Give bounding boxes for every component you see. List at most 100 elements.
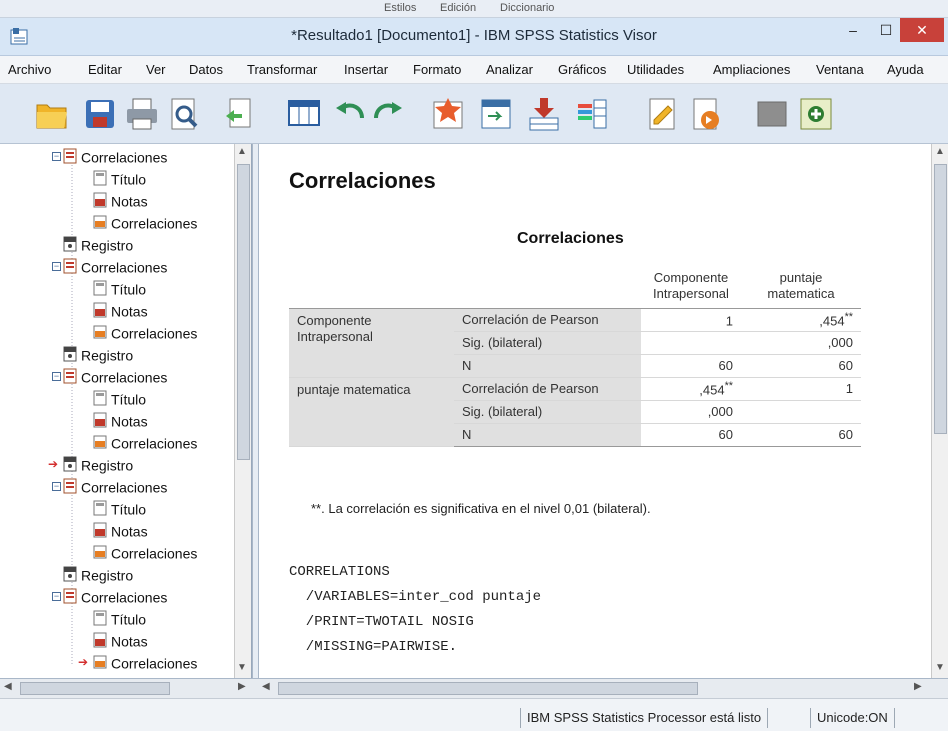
menu-ventana[interactable]: Ventana [816, 62, 864, 77]
cell-value: ,000 [741, 331, 861, 355]
outline-tree: − Correlaciones Título Notas Correlaciones Re… [0, 148, 232, 678]
pivot-table-icon [92, 654, 108, 673]
select-last-output-icon[interactable] [688, 96, 724, 132]
tree-item[interactable]: Notas [92, 302, 148, 323]
collapse-icon[interactable]: − [52, 152, 61, 161]
tree-item[interactable]: Registro [62, 346, 133, 367]
output-scroll-thumb[interactable] [934, 164, 947, 434]
outline-pane: − Correlaciones Título Notas Correlaciones Re… [0, 144, 252, 678]
pivot-table-icon [92, 544, 108, 563]
current-item-arrow-icon: ➔ [48, 457, 59, 471]
output-vertical-scrollbar[interactable]: ▲ ▼ [931, 144, 948, 678]
scroll-up-icon[interactable]: ▲ [237, 146, 247, 157]
outline-vertical-scrollbar[interactable]: ▲ ▼ [234, 144, 251, 678]
add-icon[interactable] [798, 96, 834, 132]
tree-item[interactable]: Notas [92, 522, 148, 543]
scroll-left-icon[interactable]: ◀ [4, 681, 12, 692]
row-stat: Correlación de Pearson [454, 377, 641, 401]
tree-item[interactable]: − Correlaciones [52, 258, 167, 279]
goto-data-icon[interactable] [286, 96, 322, 132]
tree-item[interactable]: Título [92, 280, 146, 301]
tree-item[interactable]: Correlaciones [92, 544, 197, 565]
designate-window-icon[interactable] [644, 96, 680, 132]
tree-item[interactable]: Correlaciones [92, 214, 197, 235]
menu-analizar[interactable]: Analizar [486, 62, 533, 77]
tree-item[interactable]: Título [92, 170, 146, 191]
output-hscroll-thumb[interactable] [278, 682, 698, 695]
menu-graficos[interactable]: Gráficos [558, 62, 606, 77]
goto-case-icon[interactable] [430, 96, 466, 132]
scroll-left-icon[interactable]: ◀ [262, 681, 270, 692]
tree-item[interactable]: ➔ Correlaciones [78, 654, 197, 675]
print-preview-icon[interactable] [166, 96, 202, 132]
split-file-icon[interactable] [574, 96, 610, 132]
close-button[interactable]: ✕ [900, 18, 944, 42]
pane-splitter[interactable] [252, 144, 259, 678]
open-icon[interactable] [34, 96, 70, 132]
log-icon [62, 236, 78, 255]
tree-item[interactable]: Correlaciones [92, 434, 197, 455]
menu-formato[interactable]: Formato [413, 62, 461, 77]
goto-variable-icon[interactable] [478, 96, 514, 132]
export-icon[interactable] [222, 96, 258, 132]
menu-datos[interactable]: Datos [189, 62, 223, 77]
table-header-row: Componente Intrapersonal puntaje matematic… [289, 264, 861, 309]
tree-item[interactable]: Notas [92, 632, 148, 653]
tree-item[interactable]: − Correlaciones [52, 148, 167, 169]
tree-item[interactable]: Título [92, 500, 146, 521]
title-icon [92, 610, 108, 629]
menu-editar[interactable]: Editar [88, 62, 122, 77]
tree-item[interactable]: Notas [92, 412, 148, 433]
cell-value: ,454** [641, 377, 741, 401]
maximize-button[interactable]: ☐ [873, 18, 899, 42]
scroll-down-icon[interactable]: ▼ [237, 662, 247, 673]
gray-icon[interactable] [754, 96, 790, 132]
correlations-table[interactable]: Componente Intrapersonal puntaje matematic… [289, 264, 861, 447]
toolbar [0, 84, 948, 144]
tree-item[interactable]: Registro [62, 566, 133, 587]
menu-insertar[interactable]: Insertar [344, 62, 388, 77]
tree-item[interactable]: − Correlaciones [52, 478, 167, 499]
scroll-right-icon[interactable]: ▶ [914, 681, 922, 692]
tree-item[interactable]: Título [92, 610, 146, 631]
tree-item[interactable]: Correlaciones [92, 324, 197, 345]
menu-utilidades[interactable]: Utilidades [627, 62, 684, 77]
outline-scroll-thumb[interactable] [237, 164, 250, 460]
scroll-down-icon[interactable]: ▼ [935, 662, 945, 673]
collapse-icon[interactable]: − [52, 372, 61, 381]
collapse-icon[interactable]: − [52, 262, 61, 271]
row-stat: Sig. (bilateral) [454, 331, 641, 355]
horizontal-scrollbar[interactable]: ◀ ▶ ◀ ▶ [0, 678, 948, 698]
outline-hscroll-thumb[interactable] [20, 682, 170, 695]
tree-item[interactable]: Título [92, 390, 146, 411]
minimize-button[interactable]: – [833, 18, 873, 42]
insert-cases-icon[interactable] [526, 96, 562, 132]
table-row: puntaje matematica Correlación de Pearso… [289, 377, 861, 447]
syntax-line: /MISSING=PAIRWISE. [289, 639, 458, 655]
save-icon[interactable] [82, 96, 118, 132]
tree-item[interactable]: Notas [92, 192, 148, 213]
cell-value [641, 331, 741, 355]
tree-item[interactable]: Registro [62, 236, 133, 257]
cell-value: 60 [641, 354, 741, 378]
processor-status: IBM SPSS Statistics Processor está listo [520, 708, 769, 728]
undo-icon[interactable] [332, 96, 368, 132]
collapse-icon[interactable]: − [52, 482, 61, 491]
cell-value: 1 [741, 377, 861, 401]
collapse-icon[interactable]: − [52, 592, 61, 601]
menu-transformar[interactable]: Transformar [247, 62, 317, 77]
menu-ayuda[interactable]: Ayuda [887, 62, 924, 77]
menu-archivo[interactable]: Archivo [8, 62, 51, 77]
redo-icon[interactable] [370, 96, 406, 132]
tree-item-label: Título [111, 171, 147, 188]
print-icon[interactable] [124, 96, 160, 132]
status-bar: IBM SPSS Statistics Processor está listo… [0, 698, 948, 731]
tree-item[interactable]: − Correlaciones [52, 588, 167, 609]
scroll-right-icon[interactable]: ▶ [238, 681, 246, 692]
menu-ampliaciones[interactable]: Ampliaciones [713, 62, 790, 77]
tree-item-label: Correlaciones [111, 435, 198, 452]
tree-item[interactable]: − Correlaciones [52, 368, 167, 389]
tree-item[interactable]: ➔ Registro [48, 456, 133, 477]
menu-ver[interactable]: Ver [146, 62, 166, 77]
scroll-up-icon[interactable]: ▲ [935, 146, 945, 157]
